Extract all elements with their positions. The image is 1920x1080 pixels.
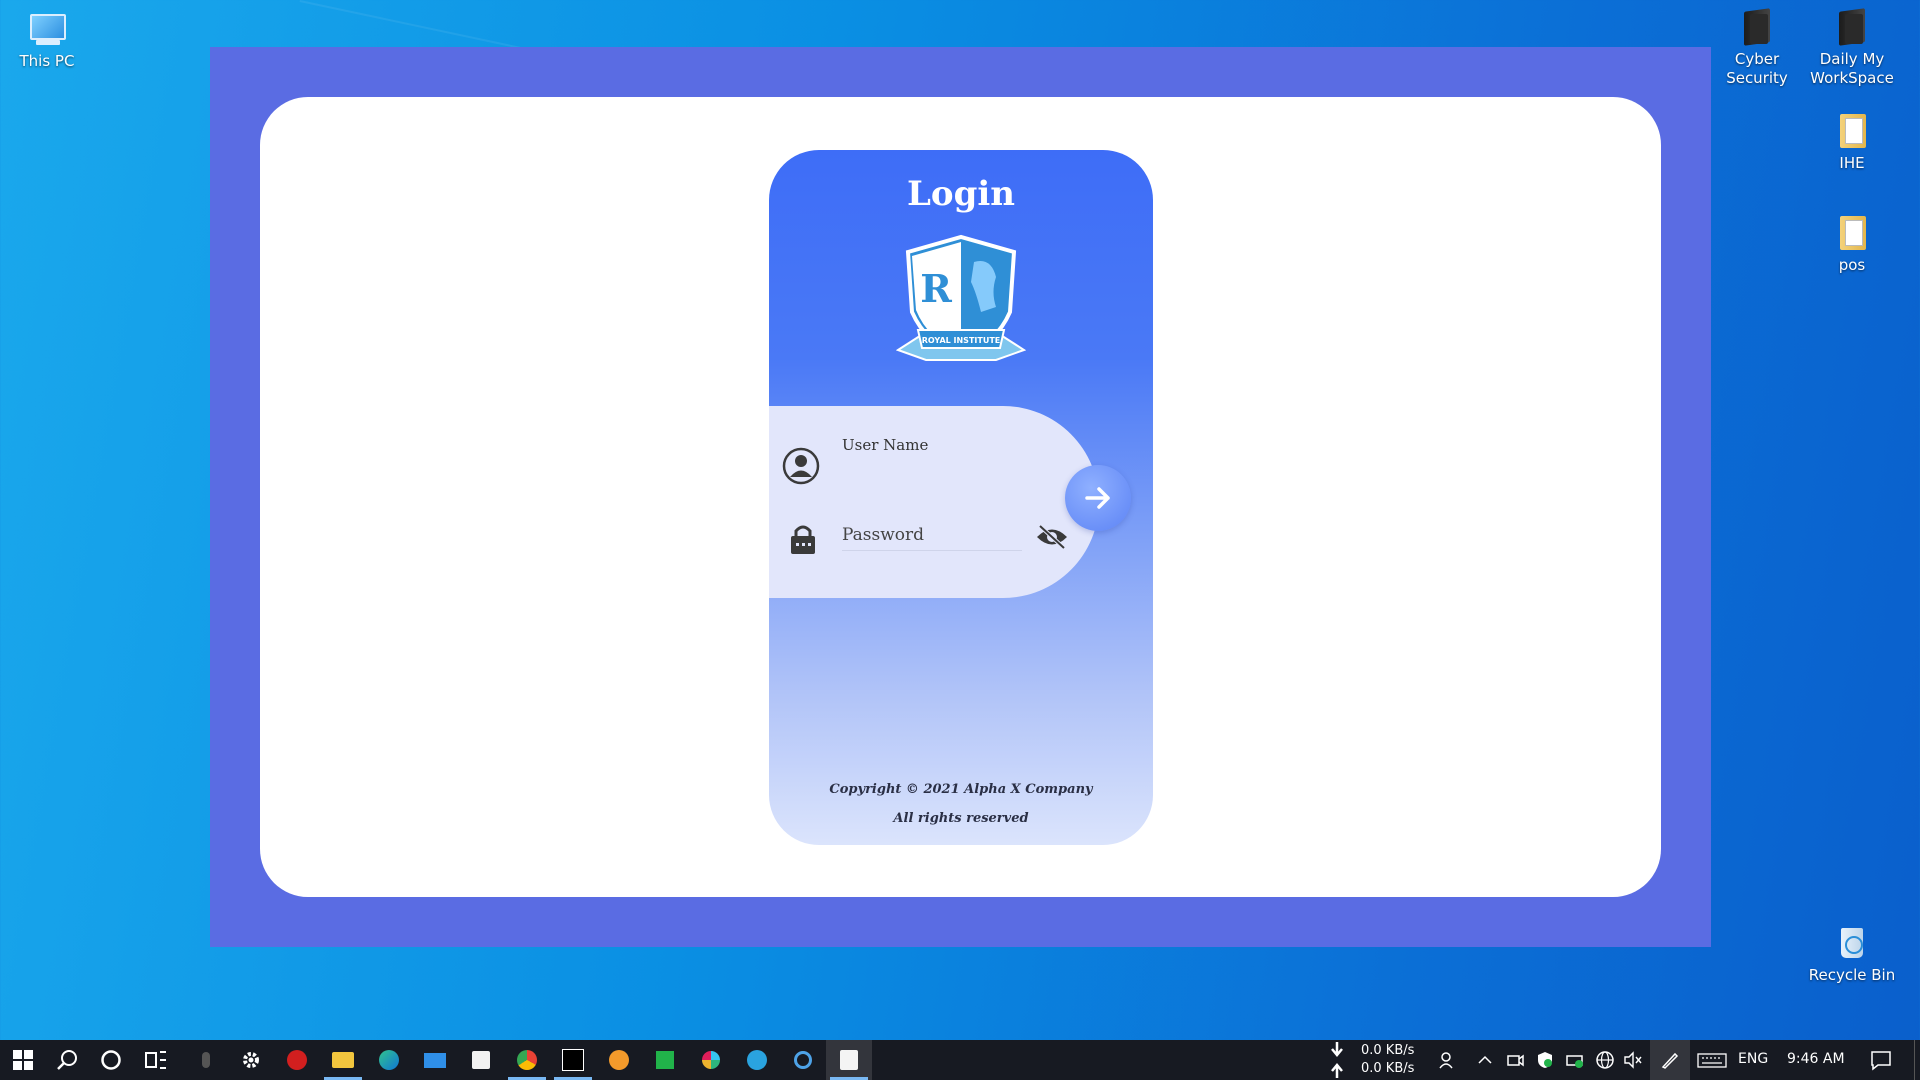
shield-icon[interactable] [1535, 1050, 1555, 1070]
lock-icon [791, 525, 815, 554]
start-button[interactable] [0, 1040, 46, 1080]
user-icon [782, 447, 820, 485]
desktop-icon-pos[interactable]: pos [1807, 212, 1897, 275]
login-form: User Name [769, 406, 1099, 598]
app-red-icon [287, 1050, 307, 1070]
desktop-icon-label: pos [1838, 256, 1866, 274]
chrome-icon [517, 1050, 537, 1070]
network-up-speed: 0.0 KB/s [1361, 1061, 1415, 1076]
eye-off-icon[interactable] [1035, 524, 1069, 550]
task-view-icon [145, 1051, 166, 1069]
pen-workspace-button[interactable] [1650, 1040, 1690, 1080]
sync-icon [794, 1051, 812, 1069]
clock-time[interactable]: 9:46 AM [1787, 1051, 1845, 1067]
computer-icon [26, 8, 68, 50]
telegram-icon [747, 1050, 767, 1070]
intellij-icon [562, 1049, 584, 1071]
login-title: Login [907, 174, 1015, 214]
folder-icon [1831, 6, 1873, 48]
taskbar-app-telegram[interactable] [734, 1040, 780, 1080]
taskbar-app-store[interactable] [458, 1040, 504, 1080]
password-input[interactable] [842, 520, 1022, 551]
desktop-icon-label: IHE [1839, 154, 1865, 172]
globe-icon[interactable] [1595, 1050, 1615, 1070]
login-panel: Login R ROYAL INSTITUTE User Name Copyri… [769, 150, 1153, 845]
download-arrow-icon [1331, 1042, 1343, 1057]
mouse-icon [202, 1052, 210, 1068]
folder-icon [332, 1052, 354, 1068]
logo-letter: R [920, 266, 952, 311]
store-icon [472, 1051, 490, 1069]
taskbar-app-chrome[interactable] [504, 1040, 550, 1080]
taskbar-app-mouse[interactable] [183, 1040, 229, 1080]
volume-muted-icon[interactable] [1623, 1050, 1643, 1070]
upload-arrow-icon [1331, 1063, 1343, 1078]
taskbar-app-sync[interactable] [780, 1040, 826, 1080]
gear-icon [243, 1052, 259, 1068]
cortana-button[interactable] [88, 1040, 134, 1080]
notification-icon[interactable] [1870, 1049, 1892, 1071]
copyright-line-2: All rights reserved [893, 811, 1029, 826]
taskbar-app-edge[interactable] [366, 1040, 412, 1080]
app-green-icon [656, 1051, 674, 1069]
taskbar-app-mail[interactable] [412, 1040, 458, 1080]
edge-icon [379, 1050, 399, 1070]
login-submit-button[interactable] [1065, 465, 1131, 531]
desktop-icon-ihe[interactable]: IHE [1807, 110, 1897, 173]
desktop-icon-label: WorkSpace [1810, 69, 1894, 87]
search-icon [57, 1050, 77, 1070]
desktop-icon-label: Daily My [1819, 50, 1885, 68]
folder-icon [1831, 212, 1873, 254]
taskbar-app-slack[interactable] [688, 1040, 734, 1080]
java-icon [840, 1050, 858, 1070]
taskbar: 0.0 KB/s 0.0 KB/s ENG 9:46 AM [0, 1040, 1920, 1080]
language-indicator[interactable]: ENG [1738, 1051, 1768, 1067]
desktop-icon-this-pc[interactable]: This PC [2, 8, 92, 71]
taskbar-app-red[interactable] [274, 1040, 320, 1080]
desktop-icon-label: Recycle Bin [1808, 966, 1896, 984]
royal-institute-logo: R ROYAL INSTITUTE [896, 234, 1026, 361]
taskbar-app-intellij[interactable] [550, 1040, 596, 1080]
desktop-icon-label: This PC [19, 52, 75, 70]
network-down-speed: 0.0 KB/s [1361, 1043, 1415, 1058]
logo-caption: ROYAL INSTITUTE [922, 336, 1001, 345]
battery-icon[interactable] [1565, 1050, 1585, 1070]
taskbar-app-orange[interactable] [596, 1040, 642, 1080]
windows-icon [13, 1050, 33, 1070]
keyboard-icon[interactable] [1697, 1050, 1727, 1070]
desktop-icon-label: Security [1726, 69, 1788, 87]
folder-icon [1831, 110, 1873, 152]
people-icon[interactable] [1438, 1050, 1458, 1070]
recycle-bin-icon [1831, 922, 1873, 964]
desktop-icon-label: Cyber [1734, 50, 1780, 68]
desktop-icon-recycle-bin[interactable]: Recycle Bin [1807, 922, 1897, 985]
pen-icon [1661, 1052, 1679, 1069]
desktop-icon-cyber-security[interactable]: Cyber Security [1712, 6, 1802, 88]
chevron-up-icon[interactable] [1475, 1050, 1495, 1070]
search-button[interactable] [44, 1040, 90, 1080]
camera-icon[interactable] [1505, 1050, 1525, 1070]
taskbar-app-java[interactable] [826, 1040, 872, 1080]
app-orange-icon [609, 1050, 629, 1070]
arrow-right-icon [1085, 487, 1110, 509]
folder-icon [1736, 6, 1778, 48]
taskbar-app-file-explorer[interactable] [320, 1040, 366, 1080]
task-view-button[interactable] [133, 1040, 179, 1080]
taskbar-app-settings[interactable] [228, 1040, 274, 1080]
show-desktop-button[interactable] [1914, 1040, 1920, 1080]
mail-icon [424, 1052, 446, 1068]
copyright-line-1: Copyright © 2021 Alpha X Company [829, 782, 1093, 797]
desktop-icon-daily-my-workspace[interactable]: Daily My WorkSpace [1807, 6, 1897, 88]
slack-icon [702, 1051, 720, 1069]
username-label[interactable]: User Name [842, 436, 928, 454]
taskbar-app-green[interactable] [642, 1040, 688, 1080]
cortana-icon [101, 1050, 121, 1070]
